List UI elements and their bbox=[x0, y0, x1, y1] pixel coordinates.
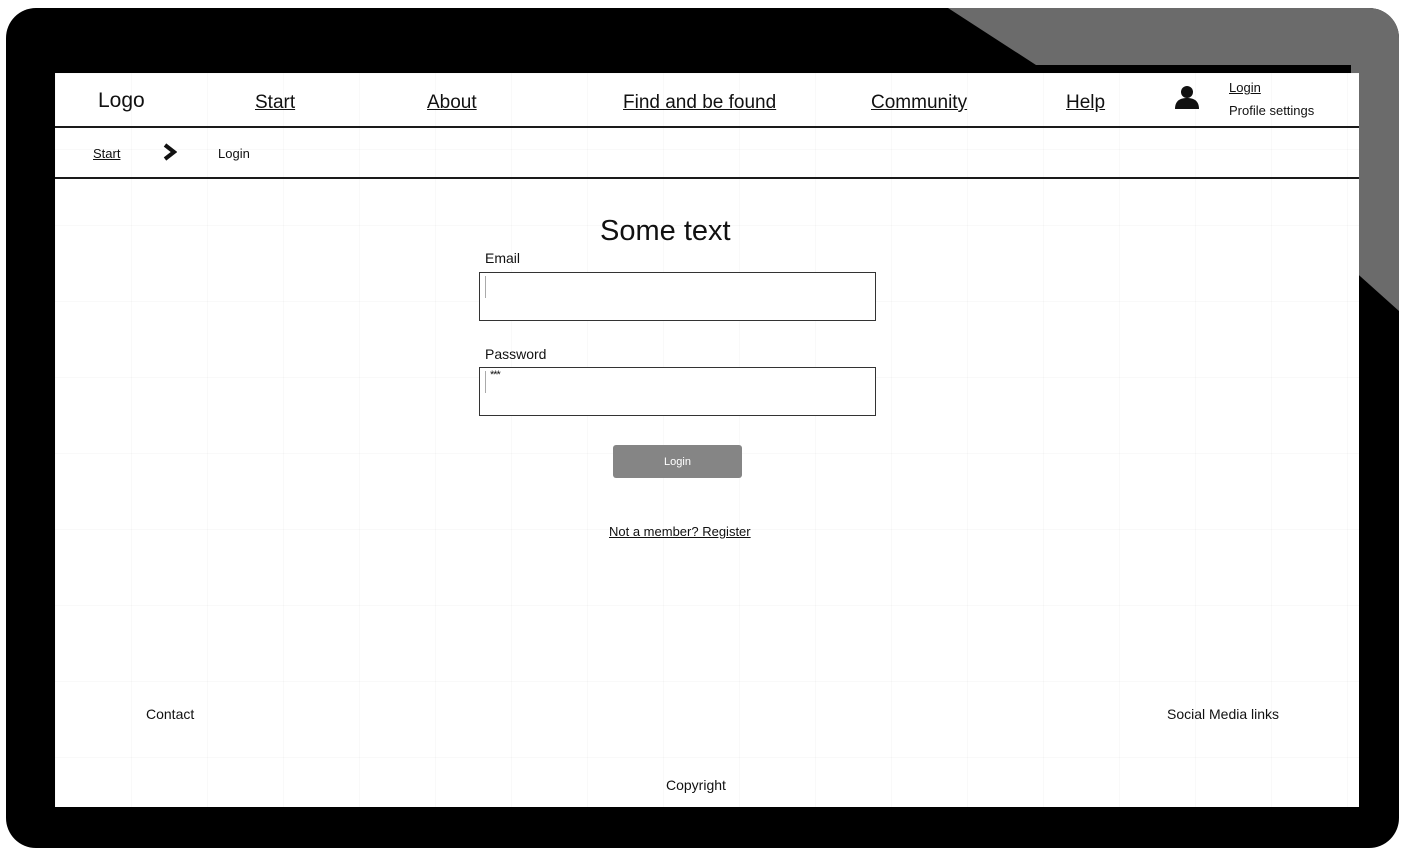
nav-about[interactable]: About bbox=[427, 92, 477, 114]
breadcrumb: Start Login bbox=[55, 128, 1359, 179]
nav-community[interactable]: Community bbox=[871, 92, 967, 114]
nav-help[interactable]: Help bbox=[1066, 92, 1105, 114]
password-label: Password bbox=[485, 346, 547, 362]
email-label: Email bbox=[485, 250, 521, 266]
tablet-frame: Logo Start About Find and be found Commu… bbox=[6, 8, 1399, 848]
login-button[interactable]: Login bbox=[613, 445, 742, 478]
form-title: Some text bbox=[600, 215, 731, 247]
email-field[interactable] bbox=[479, 272, 876, 321]
text-caret bbox=[485, 276, 486, 298]
user-icon[interactable] bbox=[1175, 85, 1199, 111]
password-value: *** bbox=[490, 369, 501, 381]
breadcrumb-start[interactable]: Start bbox=[93, 146, 120, 161]
nav-find-and-be-found[interactable]: Find and be found bbox=[623, 92, 776, 114]
chevron-right-icon bbox=[163, 143, 177, 161]
footer-copyright: Copyright bbox=[666, 777, 726, 793]
profile-settings-link[interactable]: Profile settings bbox=[1229, 103, 1314, 118]
header-login-link[interactable]: Login bbox=[1229, 80, 1261, 95]
text-caret bbox=[485, 371, 486, 393]
header: Logo Start About Find and be found Commu… bbox=[55, 73, 1359, 128]
footer-contact-link[interactable]: Contact bbox=[146, 706, 194, 722]
footer-social-media-links[interactable]: Social Media links bbox=[1167, 706, 1279, 722]
screen: Logo Start About Find and be found Commu… bbox=[55, 73, 1359, 807]
breadcrumb-current: Login bbox=[218, 146, 250, 161]
nav-start[interactable]: Start bbox=[255, 92, 295, 114]
register-link[interactable]: Not a member? Register bbox=[609, 524, 751, 539]
logo: Logo bbox=[98, 89, 145, 112]
password-field[interactable]: *** bbox=[479, 367, 876, 416]
